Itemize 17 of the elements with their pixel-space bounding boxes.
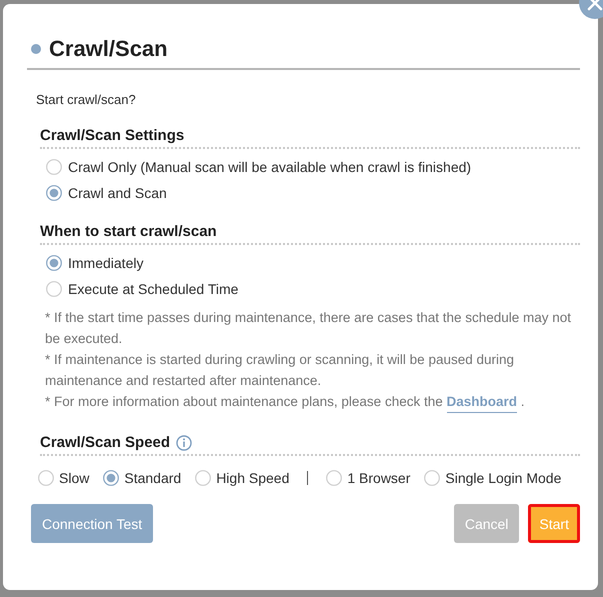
note-text: * If maintenance is started during crawling or scanning, it will be paused during maintenance and restarted after maintenance.: [45, 351, 516, 390]
radio-option[interactable]: Crawl and Scan: [46, 185, 580, 201]
radio-option[interactable]: Crawl Only (Manual scan will be available when crawl is finished): [46, 159, 580, 175]
radio-option[interactable]: Slow: [38, 470, 90, 486]
section-heading: When to start crawl/scan: [40, 223, 217, 240]
radio-option[interactable]: 1 Browser: [326, 470, 410, 486]
note-text: * For more information about maintenance plans, please check the Dashboard .: [45, 391, 576, 412]
radio-option[interactable]: Single Login Mode: [424, 470, 562, 486]
radio-option[interactable]: High Speed: [195, 470, 290, 486]
radio-option[interactable]: Execute at Scheduled Time: [46, 281, 580, 297]
prompt-text: Start crawl/scan?: [36, 92, 137, 107]
radio-option[interactable]: Standard: [103, 470, 182, 486]
dialog-title: Crawl/Scan: [49, 36, 168, 62]
note-text: * If the start time passes during maintenance, there are cases that the schedule may not be executed.: [45, 309, 572, 348]
section-heading: Crawl/Scan Settings: [40, 127, 184, 144]
section-heading: Crawl/Scan Speed: [40, 434, 170, 451]
radio-option[interactable]: Immediately: [46, 255, 580, 271]
